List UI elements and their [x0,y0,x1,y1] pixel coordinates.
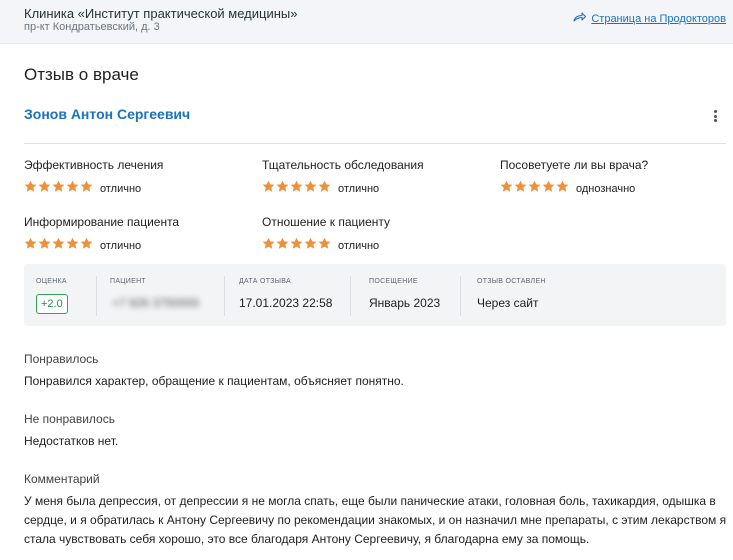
rating-value: отлично [100,240,142,252]
meta-separator [350,276,351,316]
star-icon [318,180,331,198]
star-icon [38,237,51,255]
liked-text: Понравился характер, обращение к пациент… [24,374,404,388]
star-rating [24,180,93,198]
star-icon [80,180,93,198]
star-icon [514,180,527,198]
star-icon [262,180,275,198]
star-icon [52,180,65,198]
meta-separator [460,276,461,316]
meta-label: ОЦЕНКА [36,278,67,285]
star-rating [500,180,569,198]
rating-label: Отношение к пациенту [262,215,391,229]
meta-visit: ПОСЕЩЕНИЕ Январь 2023 [369,264,459,326]
meta-label: ДАТА ОТЗЫВА [239,278,291,285]
star-icon [556,180,569,198]
liked-label: Понравилось [24,352,99,366]
star-icon [304,237,317,255]
meta-value: Через сайт [477,296,539,310]
star-icon [80,237,93,255]
comment-label: Комментарий [24,472,100,486]
meta-separator [224,276,225,316]
meta-separator [96,276,97,316]
star-icon [66,180,79,198]
star-icon [24,237,37,255]
star-icon [528,180,541,198]
rating-value: отлично [338,240,380,252]
clinic-header: Клиника «Институт практической медицины»… [0,0,733,44]
meta-score: ОЦЕНКА +2.0 [24,264,96,326]
star-icon [290,180,303,198]
prodoctorov-page-link[interactable]: Страница на Продокторов [573,12,726,25]
star-rating [262,180,331,198]
rating-label: Информирование пациента [24,215,180,229]
star-rating [262,237,331,255]
meta-value: 17.01.2023 22:58 [239,296,333,310]
meta-label: ПОСЕЩЕНИЕ [369,278,418,285]
rating-label: Эффективность лечения [24,158,164,172]
star-icon [38,180,51,198]
meta-value: Январь 2023 [369,296,441,310]
star-rating [24,237,93,255]
rating-label: Посоветуете ли вы врача? [500,158,649,172]
star-icon [500,180,513,198]
meta-patient: ПАЦИЕНТ +7 926 3750000 [110,264,220,326]
star-icon [304,180,317,198]
score-badge: +2.0 [36,294,68,314]
disliked-label: Не понравилось [24,412,115,426]
prodoctorov-link-label: Страница на Продокторов [591,12,726,25]
divider [24,143,726,144]
meta-source: ОТЗЫВ ОСТАВЛЕН Через сайт [477,264,597,326]
rating-recommend-doctor: Посоветуете ли вы врача? однозначно [500,158,648,198]
meta-review-date: ДАТА ОТЗЫВА 17.01.2023 22:58 [239,264,349,326]
patient-phone-blurred: +7 926 3750000 [112,296,200,310]
meta-label: ПАЦИЕНТ [110,278,147,285]
star-icon [290,237,303,255]
star-icon [66,237,79,255]
star-icon [52,237,65,255]
meta-label: ОТЗЫВ ОСТАВЛЕН [477,278,546,285]
review-meta-panel: ОЦЕНКА +2.0 ПАЦИЕНТ +7 926 3750000 ДАТА … [24,264,726,326]
rating-label: Тщательность обследования [262,158,424,172]
rating-value: отлично [100,183,142,195]
page-title: Отзыв о враче [24,65,139,84]
rating-examination-thoroughness: Тщательность обследования отлично [262,158,424,198]
rating-patient-informing: Информирование пациента отлично [24,215,179,255]
star-icon [262,237,275,255]
star-icon [542,180,555,198]
rating-value: отлично [338,183,380,195]
clinic-address: пр-кт Кондратьевский, д. 3 [24,21,160,33]
star-icon [276,237,289,255]
share-arrow-icon [573,12,587,25]
disliked-text: Недостатков нет. [24,434,119,448]
star-icon [318,237,331,255]
clinic-name: Клиника «Институт практической медицины» [24,6,298,21]
more-vertical-icon[interactable] [709,108,721,124]
rating-attitude-to-patient: Отношение к пациенту отлично [262,215,390,255]
doctor-name-link[interactable]: Зонов Антон Сергеевич [24,106,190,122]
rating-value: однозначно [576,183,636,195]
rating-treatment-effectiveness: Эффективность лечения отлично [24,158,163,198]
comment-text: У меня была депрессия, от депрессии я не… [24,494,727,546]
star-icon [276,180,289,198]
star-icon [24,180,37,198]
